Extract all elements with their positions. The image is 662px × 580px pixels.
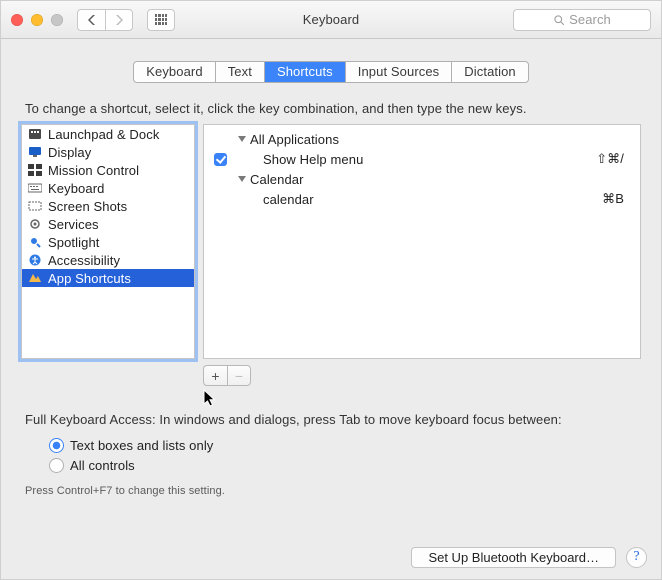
- radio-text-boxes-lists[interactable]: Text boxes and lists only: [49, 435, 641, 455]
- shortcut-tree[interactable]: All Applications Show Help menu ⇧⌘/ Cale…: [203, 124, 641, 359]
- instruction-text: To change a shortcut, select it, click t…: [25, 101, 641, 116]
- spotlight-icon: [28, 236, 42, 248]
- minimize-button[interactable]: [31, 14, 43, 26]
- accessibility-icon: [28, 254, 42, 266]
- panels: Launchpad & Dock Display Mission Control…: [21, 124, 641, 359]
- tree-item-show-help-menu[interactable]: Show Help menu ⇧⌘/: [204, 149, 640, 169]
- full-keyboard-hint: Press Control+F7 to change this setting.: [25, 485, 641, 497]
- tree-item-calendar[interactable]: calendar ⌘B: [204, 189, 640, 209]
- tree-group-all-applications[interactable]: All Applications: [204, 129, 640, 149]
- category-label: Launchpad & Dock: [48, 127, 159, 142]
- category-list[interactable]: Launchpad & Dock Display Mission Control…: [21, 124, 195, 359]
- shortcut-display[interactable]: ⇧⌘/: [596, 151, 624, 167]
- category-display[interactable]: Display: [22, 143, 194, 161]
- category-label: Spotlight: [48, 235, 100, 250]
- app-shortcuts-icon: [28, 272, 42, 284]
- tab-shortcuts[interactable]: Shortcuts: [264, 62, 345, 82]
- content: Keyboard Text Shortcuts Input Sources Di…: [1, 39, 661, 497]
- enable-checkbox[interactable]: [214, 153, 227, 166]
- tree-group-label: Calendar: [250, 172, 304, 187]
- display-icon: [28, 146, 42, 158]
- category-label: Keyboard: [48, 181, 104, 196]
- radio-button[interactable]: [49, 438, 64, 453]
- add-remove-group: + −: [203, 365, 641, 386]
- screenshot-icon: [28, 200, 42, 212]
- category-app-shortcuts[interactable]: App Shortcuts: [22, 269, 194, 287]
- titlebar: Keyboard Search: [1, 1, 661, 39]
- setup-bluetooth-keyboard-button[interactable]: Set Up Bluetooth Keyboard…: [411, 547, 616, 568]
- disclosure-triangle-icon[interactable]: [238, 136, 246, 142]
- close-button[interactable]: [11, 14, 23, 26]
- category-accessibility[interactable]: Accessibility: [22, 251, 194, 269]
- remove-shortcut-button: −: [227, 365, 251, 386]
- category-spotlight[interactable]: Spotlight: [22, 233, 194, 251]
- tree-item-label: Show Help menu: [239, 152, 363, 167]
- grid-icon: [155, 14, 167, 26]
- disclosure-triangle-icon[interactable]: [238, 176, 246, 182]
- search-icon: [553, 14, 565, 26]
- category-label: Accessibility: [48, 253, 120, 268]
- tree-group-label: All Applications: [250, 132, 339, 147]
- launchpad-icon: [28, 128, 42, 140]
- search-field[interactable]: Search: [513, 9, 651, 31]
- add-shortcut-button[interactable]: +: [203, 365, 227, 386]
- tabs: Keyboard Text Shortcuts Input Sources Di…: [21, 39, 641, 101]
- tab-keyboard[interactable]: Keyboard: [134, 62, 214, 82]
- zoom-button: [51, 14, 63, 26]
- radio-all-controls[interactable]: All controls: [49, 455, 641, 475]
- nav-back-forward: [77, 9, 133, 31]
- full-keyboard-access-caption: Full Keyboard Access: In windows and dia…: [25, 412, 641, 427]
- category-mission-control[interactable]: Mission Control: [22, 161, 194, 179]
- search-placeholder: Search: [569, 12, 611, 27]
- footer: Set Up Bluetooth Keyboard… ?: [1, 535, 661, 579]
- shortcut-display[interactable]: ⌘B: [602, 191, 624, 207]
- category-services[interactable]: Services: [22, 215, 194, 233]
- tree-item-label: calendar: [239, 192, 314, 207]
- category-label: Display: [48, 145, 91, 160]
- tree-group-calendar[interactable]: Calendar: [204, 169, 640, 189]
- gear-icon: [28, 218, 42, 230]
- category-screen-shots[interactable]: Screen Shots: [22, 197, 194, 215]
- category-label: Mission Control: [48, 163, 139, 178]
- radio-label: Text boxes and lists only: [70, 438, 213, 453]
- mission-control-icon: [28, 164, 42, 176]
- tab-text[interactable]: Text: [215, 62, 264, 82]
- preferences-window: Keyboard Search Keyboard Text Shortcuts …: [0, 0, 662, 580]
- tab-input-sources[interactable]: Input Sources: [345, 62, 452, 82]
- category-launchpad-dock[interactable]: Launchpad & Dock: [22, 125, 194, 143]
- category-label: App Shortcuts: [48, 271, 131, 286]
- traffic-lights: [11, 14, 63, 26]
- category-keyboard[interactable]: Keyboard: [22, 179, 194, 197]
- tab-dictation[interactable]: Dictation: [451, 62, 527, 82]
- segmented-tabs: Keyboard Text Shortcuts Input Sources Di…: [133, 61, 529, 83]
- help-button[interactable]: ?: [626, 547, 647, 568]
- category-label: Screen Shots: [48, 199, 127, 214]
- show-all-button[interactable]: [147, 9, 175, 31]
- back-button[interactable]: [77, 9, 105, 31]
- radio-button[interactable]: [49, 458, 64, 473]
- radio-label: All controls: [70, 458, 135, 473]
- category-label: Services: [48, 217, 99, 232]
- forward-button[interactable]: [105, 9, 133, 31]
- keyboard-icon: [28, 182, 42, 194]
